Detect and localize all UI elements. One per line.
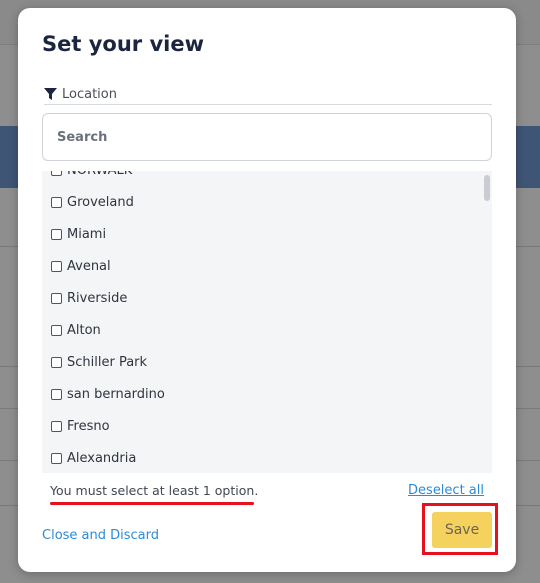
list-scrollbar[interactable]	[482, 171, 492, 473]
location-option[interactable]: NORWALK	[42, 171, 482, 186]
checkbox[interactable]	[51, 292, 62, 304]
option-label: Fresno	[67, 418, 110, 434]
option-label: Riverside	[67, 290, 128, 306]
filter-label: Location	[62, 86, 117, 102]
checkbox[interactable]	[51, 452, 62, 464]
scrollbar-thumb[interactable]	[484, 175, 490, 201]
checkbox[interactable]	[51, 196, 62, 208]
option-label: Groveland	[67, 194, 134, 210]
option-label: NORWALK	[67, 171, 132, 178]
location-option[interactable]: Schiller Park	[42, 346, 482, 378]
location-option[interactable]: san bernardino	[42, 378, 482, 410]
checkbox[interactable]	[51, 356, 62, 368]
close-and-discard-link[interactable]: Close and Discard	[42, 528, 159, 543]
set-view-modal: Set your view Location NORWALK Groveland M…	[18, 8, 516, 572]
location-option[interactable]: Fresno	[42, 410, 482, 442]
option-label: san bernardino	[67, 386, 165, 402]
option-label: Avenal	[67, 258, 111, 274]
checkbox[interactable]	[51, 171, 62, 176]
location-option[interactable]: Alton	[42, 314, 482, 346]
warning-highlight-underline	[50, 502, 254, 505]
location-options-list[interactable]: NORWALK Groveland Miami Avenal Riverside Alto…	[42, 171, 492, 473]
checkbox[interactable]	[51, 388, 62, 400]
location-option[interactable]: Miami	[42, 218, 482, 250]
modal-title: Set your view	[42, 32, 204, 56]
search-input[interactable]	[42, 113, 492, 161]
location-filter-header: Location	[44, 84, 492, 105]
option-label: Alexandria	[67, 450, 137, 466]
checkbox[interactable]	[51, 420, 62, 432]
selection-warning: You must select at least 1 option.	[50, 483, 259, 498]
save-button[interactable]: Save	[432, 512, 492, 548]
deselect-all-link[interactable]: Deselect all	[408, 483, 484, 498]
option-label: Miami	[67, 226, 107, 242]
option-label: Alton	[67, 322, 101, 338]
location-option[interactable]: Alexandria	[42, 442, 482, 473]
location-option[interactable]: Riverside	[42, 282, 482, 314]
checkbox[interactable]	[51, 260, 62, 272]
filter-icon	[44, 88, 57, 100]
checkbox[interactable]	[51, 324, 62, 336]
options-container: NORWALK Groveland Miami Avenal Riverside Alto…	[42, 171, 482, 473]
option-label: Schiller Park	[67, 354, 148, 370]
checkbox[interactable]	[51, 228, 62, 240]
location-option[interactable]: Groveland	[42, 186, 482, 218]
location-option[interactable]: Avenal	[42, 250, 482, 282]
